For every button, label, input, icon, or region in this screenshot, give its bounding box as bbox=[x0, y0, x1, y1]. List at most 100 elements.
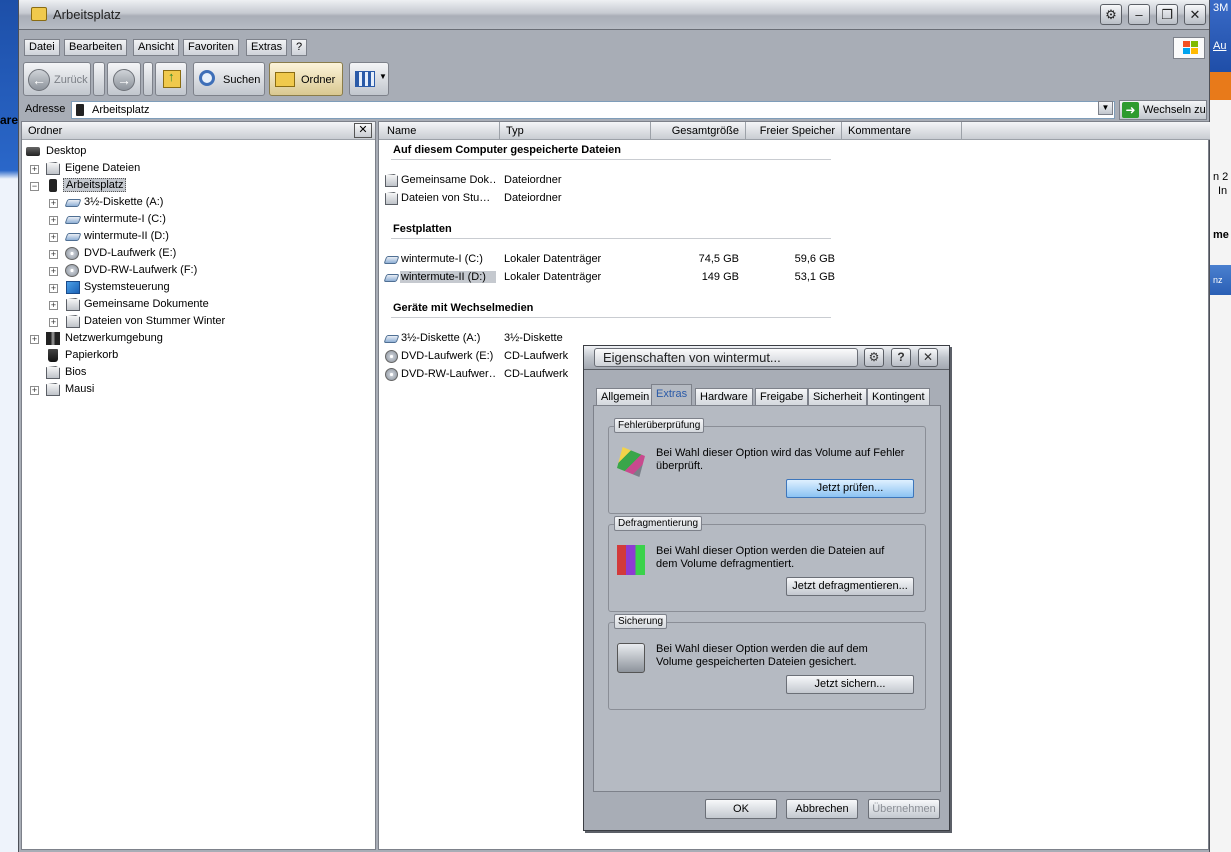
chevron-down-icon: ▼ bbox=[1101, 103, 1110, 112]
column-total-size[interactable]: Gesamtgröße bbox=[651, 122, 746, 140]
expand-icon[interactable]: + bbox=[30, 386, 39, 395]
tree-label: DVD-RW-Laufwerk (F:) bbox=[84, 264, 198, 276]
menu-ansicht[interactable]: Ansicht bbox=[133, 39, 180, 56]
folders-button[interactable]: Ordner bbox=[269, 62, 343, 96]
row-type: 3½-Diskette bbox=[504, 332, 563, 344]
dialog-help-button[interactable]: ? bbox=[891, 348, 911, 367]
tab-freigabe[interactable]: Freigabe bbox=[755, 388, 809, 405]
folder-icon bbox=[275, 72, 295, 87]
background-text: 3M bbox=[1213, 2, 1229, 14]
collapse-icon[interactable]: − bbox=[30, 182, 39, 191]
column-name[interactable]: Name bbox=[379, 122, 500, 140]
backup-now-button[interactable]: Jetzt sichern... bbox=[786, 675, 914, 694]
back-dropdown[interactable] bbox=[93, 62, 105, 96]
expand-icon[interactable]: + bbox=[49, 301, 58, 310]
backup-group: Sicherung Bei Wahl dieser Option werden … bbox=[608, 614, 926, 710]
views-button[interactable]: ▼ bbox=[349, 62, 389, 96]
column-free-space[interactable]: Freier Speicher bbox=[746, 122, 842, 140]
address-input[interactable]: Arbeitsplatz bbox=[71, 101, 1115, 119]
group-legend: Defragmentierung bbox=[614, 516, 703, 531]
drive-icon bbox=[64, 216, 82, 224]
folder-icon bbox=[46, 366, 60, 379]
back-arrow-icon: ← bbox=[28, 69, 50, 91]
row-name: Gemeinsame Dok… bbox=[401, 174, 496, 186]
row-total-size: 74,5 GB bbox=[698, 253, 739, 265]
drive-icon bbox=[383, 274, 400, 282]
back-button[interactable]: ← Zurück bbox=[23, 62, 91, 96]
chevron-down-icon: ▼ bbox=[379, 72, 387, 81]
menu-datei[interactable]: Datei bbox=[24, 39, 60, 56]
background-text: me bbox=[1213, 229, 1229, 241]
close-icon: ✕ bbox=[358, 124, 368, 136]
floppy-icon bbox=[383, 335, 400, 343]
expand-icon[interactable]: + bbox=[49, 233, 58, 242]
address-value: Arbeitsplatz bbox=[92, 104, 150, 116]
maximize-button[interactable]: ❐ bbox=[1156, 4, 1178, 25]
go-button[interactable]: ➜ Wechseln zu bbox=[1119, 100, 1207, 120]
menu-favoriten[interactable]: Favoriten bbox=[183, 39, 239, 56]
tree-label: wintermute-I (C:) bbox=[84, 213, 166, 225]
disk-check-icon bbox=[617, 447, 645, 477]
computer-icon bbox=[49, 179, 57, 192]
expand-icon[interactable]: + bbox=[30, 335, 39, 344]
expand-icon[interactable]: + bbox=[49, 250, 58, 259]
title-bar[interactable]: Arbeitsplatz ⚙ – ❐ ✕ bbox=[19, 0, 1209, 30]
row-type: Dateiordner bbox=[504, 192, 562, 204]
expand-icon[interactable]: + bbox=[49, 199, 58, 208]
apply-button[interactable]: Übernehmen bbox=[868, 799, 940, 819]
dialog-settings-button[interactable]: ⚙ bbox=[864, 348, 884, 367]
search-button[interactable]: Suchen bbox=[193, 62, 265, 96]
list-header: Name Typ Gesamtgröße Freier Speicher Kom… bbox=[379, 122, 1210, 140]
expand-icon[interactable]: + bbox=[49, 216, 58, 225]
folder-icon bbox=[46, 383, 60, 396]
menu-help[interactable]: ? bbox=[291, 39, 308, 56]
floppy-icon bbox=[64, 199, 82, 207]
tab-hardware[interactable]: Hardware bbox=[695, 388, 753, 405]
close-button[interactable]: ✕ bbox=[1184, 4, 1206, 25]
search-label: Suchen bbox=[223, 74, 261, 86]
group-description: Bei Wahl dieser Option werden die Dateie… bbox=[656, 545, 885, 570]
forward-dropdown[interactable] bbox=[143, 62, 153, 96]
cancel-button[interactable]: Abbrechen bbox=[786, 799, 858, 819]
tree-label: Mausi bbox=[65, 383, 95, 395]
menu-bearbeiten[interactable]: Bearbeiten bbox=[64, 39, 128, 56]
dvd-icon bbox=[385, 368, 398, 381]
settings-button[interactable]: ⚙ bbox=[1100, 4, 1122, 25]
address-dropdown[interactable]: ▼ bbox=[1098, 101, 1113, 115]
tab-sicherheit[interactable]: Sicherheit bbox=[808, 388, 867, 405]
check-now-button[interactable]: Jetzt prüfen... bbox=[786, 479, 914, 498]
recycle-bin-icon bbox=[48, 349, 58, 362]
background-text: nz bbox=[1213, 275, 1223, 285]
folder-up-icon: ↑ bbox=[163, 69, 181, 88]
background-text: are bbox=[0, 113, 19, 127]
row-type: Lokaler Datenträger bbox=[504, 253, 602, 265]
minimize-button[interactable]: – bbox=[1128, 4, 1150, 25]
expand-icon[interactable]: + bbox=[30, 165, 39, 174]
help-icon: ? bbox=[897, 350, 905, 364]
tree-label: Desktop bbox=[46, 145, 87, 157]
background-link[interactable]: Au bbox=[1213, 40, 1226, 52]
column-label: Name bbox=[387, 125, 417, 137]
column-comments[interactable]: Kommentare bbox=[842, 122, 962, 140]
tab-kontingent[interactable]: Kontingent bbox=[867, 388, 930, 405]
group-header: Auf diesem Computer gespeicherte Dateien bbox=[393, 144, 622, 156]
row-name: DVD-RW-Laufwer… bbox=[401, 368, 496, 380]
restore-icon: ❐ bbox=[1161, 7, 1173, 22]
row-total-size: 149 GB bbox=[701, 271, 739, 283]
tab-allgemein[interactable]: Allgemein bbox=[596, 388, 655, 405]
up-button[interactable]: ↑ bbox=[155, 62, 187, 96]
expand-icon[interactable]: + bbox=[49, 318, 58, 327]
forward-button[interactable]: → bbox=[107, 62, 141, 96]
tree-label: 3½-Diskette (A:) bbox=[84, 196, 164, 208]
tab-extras[interactable]: Extras bbox=[651, 384, 693, 406]
menu-extras[interactable]: Extras bbox=[246, 39, 288, 56]
defragment-now-button[interactable]: Jetzt defragmentieren... bbox=[786, 577, 914, 596]
group-divider bbox=[391, 159, 831, 160]
close-pane-button[interactable]: ✕ bbox=[354, 123, 372, 138]
dialog-close-button[interactable]: ✕ bbox=[918, 348, 938, 367]
column-type[interactable]: Typ bbox=[500, 122, 651, 140]
ok-button[interactable]: OK bbox=[705, 799, 777, 819]
expand-icon[interactable]: + bbox=[49, 267, 58, 276]
expand-icon[interactable]: + bbox=[49, 284, 58, 293]
dialog-title-bar[interactable]: Eigenschaften von wintermut... ⚙ ? ✕ bbox=[584, 346, 949, 370]
